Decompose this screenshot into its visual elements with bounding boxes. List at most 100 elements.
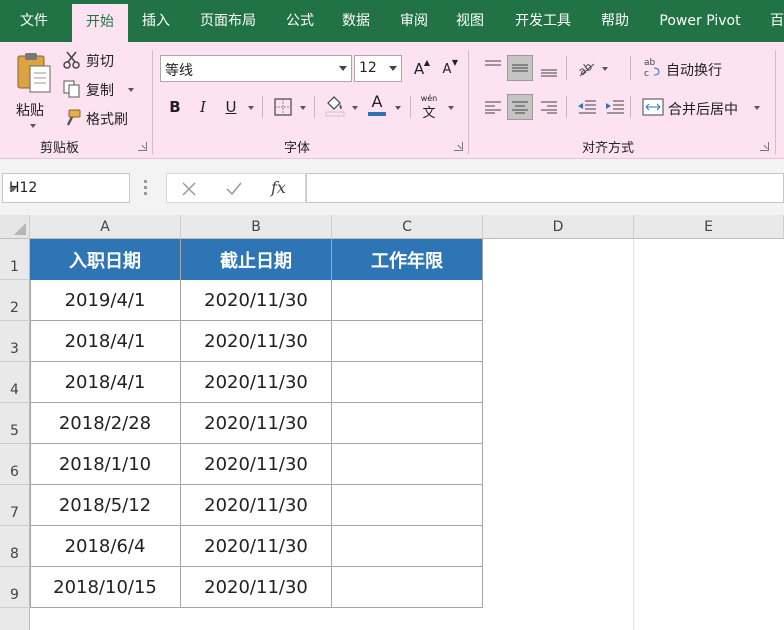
- align-center-button[interactable]: [507, 94, 533, 120]
- formula-input[interactable]: [306, 173, 784, 203]
- orientation-dropdown-icon[interactable]: [602, 67, 608, 71]
- tab-review[interactable]: 审阅: [388, 0, 440, 42]
- insert-function-icon[interactable]: fx: [271, 178, 286, 197]
- table-cell[interactable]: 2020/11/30: [181, 567, 332, 608]
- table-cell[interactable]: 2018/6/4: [30, 526, 181, 567]
- row-header[interactable]: [0, 608, 30, 630]
- table-header-cell[interactable]: 截止日期: [181, 239, 332, 280]
- column-header-b[interactable]: B: [181, 215, 332, 239]
- clipboard-dialog-launcher-icon[interactable]: [138, 142, 147, 151]
- column-header-d[interactable]: D: [483, 215, 634, 239]
- row-header[interactable]: 3: [0, 321, 30, 362]
- table-cell[interactable]: 2018/10/15: [30, 567, 181, 608]
- copy-dropdown-icon[interactable]: [128, 88, 134, 92]
- column-header-c[interactable]: C: [332, 215, 483, 239]
- format-painter-button[interactable]: 格式刷: [62, 106, 142, 130]
- shrink-font-button[interactable]: A ▼: [434, 56, 460, 82]
- row-header[interactable]: 1: [0, 239, 30, 280]
- merge-dropdown-icon[interactable]: [754, 106, 760, 110]
- borders-dropdown-icon[interactable]: [300, 106, 306, 110]
- underline-dropdown-icon[interactable]: [248, 106, 254, 110]
- splitter-dots-icon[interactable]: [144, 180, 147, 196]
- row-header[interactable]: 6: [0, 444, 30, 485]
- tab-developer[interactable]: 开发工具: [502, 0, 584, 42]
- align-bottom-button[interactable]: [536, 58, 562, 84]
- table-cell[interactable]: 2020/11/30: [181, 485, 332, 526]
- tab-file[interactable]: 文件: [6, 0, 62, 42]
- align-top-button[interactable]: [480, 54, 506, 80]
- tab-formulas[interactable]: 公式: [274, 0, 326, 42]
- table-cell[interactable]: [332, 403, 483, 444]
- table-cell[interactable]: [332, 485, 483, 526]
- tab-insert[interactable]: 插入: [130, 0, 182, 42]
- name-box[interactable]: H12: [2, 173, 130, 203]
- decrease-indent-button[interactable]: [574, 94, 600, 120]
- table-cell[interactable]: 2020/11/30: [181, 362, 332, 403]
- font-color-button[interactable]: A: [364, 92, 390, 118]
- table-cell[interactable]: 2020/11/30: [181, 280, 332, 321]
- table-cell[interactable]: 2018/2/28: [30, 403, 181, 444]
- tab-view[interactable]: 视图: [444, 0, 496, 42]
- table-header-cell[interactable]: 工作年限: [332, 239, 483, 280]
- table-cell[interactable]: 2018/5/12: [30, 485, 181, 526]
- column-header-a[interactable]: A: [30, 215, 181, 239]
- paste-button[interactable]: 粘贴: [10, 50, 56, 134]
- font-color-dropdown-icon[interactable]: [395, 106, 401, 110]
- font-name-select[interactable]: 等线: [160, 55, 352, 82]
- row-header[interactable]: 7: [0, 485, 30, 526]
- phonetic-dropdown-icon[interactable]: [448, 106, 454, 110]
- increase-indent-button[interactable]: [602, 94, 628, 120]
- row-header[interactable]: 9: [0, 567, 30, 608]
- select-all-button[interactable]: [0, 215, 30, 239]
- bold-button[interactable]: B: [162, 94, 188, 120]
- wrap-text-button[interactable]: ab c 自动换行: [640, 56, 740, 82]
- grow-font-button[interactable]: A ▲: [406, 56, 432, 82]
- table-cell[interactable]: 2019/4/1: [30, 280, 181, 321]
- table-cell[interactable]: 2018/4/1: [30, 362, 181, 403]
- tab-home[interactable]: 开始: [72, 4, 128, 42]
- row-header[interactable]: 5: [0, 403, 30, 444]
- table-cell[interactable]: [332, 321, 483, 362]
- row-header[interactable]: 4: [0, 362, 30, 403]
- phonetic-button[interactable]: wén 文: [416, 92, 442, 121]
- table-cell[interactable]: [332, 362, 483, 403]
- table-cell[interactable]: 2020/11/30: [181, 444, 332, 485]
- table-cell[interactable]: [332, 526, 483, 567]
- italic-button[interactable]: I: [190, 94, 216, 120]
- font-dialog-launcher-icon[interactable]: [454, 142, 463, 151]
- merge-center-button[interactable]: 合并后居中: [640, 95, 766, 121]
- font-size-select[interactable]: 12: [354, 55, 402, 82]
- table-cell[interactable]: [332, 444, 483, 485]
- table-header-cell[interactable]: 入职日期: [30, 239, 181, 280]
- tab-power-pivot[interactable]: Power Pivot: [648, 0, 752, 42]
- alignment-dialog-launcher-icon[interactable]: [760, 142, 769, 151]
- tab-overflow[interactable]: 百: [762, 0, 784, 42]
- row-header[interactable]: 8: [0, 526, 30, 567]
- orientation-button[interactable]: ab: [574, 55, 600, 81]
- tab-page-layout[interactable]: 页面布局: [188, 0, 268, 42]
- table-cell[interactable]: 2020/11/30: [181, 403, 332, 444]
- table-cell[interactable]: [332, 280, 483, 321]
- table-cell[interactable]: 2020/11/30: [181, 321, 332, 362]
- check-icon[interactable]: [225, 181, 243, 197]
- cancel-icon[interactable]: [181, 181, 197, 197]
- chevron-down-icon[interactable]: [9, 187, 17, 192]
- align-left-button[interactable]: [480, 94, 506, 120]
- copy-button[interactable]: 复制: [62, 77, 142, 101]
- row-header[interactable]: 2: [0, 280, 30, 321]
- table-cell[interactable]: [332, 567, 483, 608]
- tab-data[interactable]: 数据: [330, 0, 382, 42]
- align-right-button[interactable]: [536, 94, 562, 120]
- column-header-e[interactable]: E: [634, 215, 784, 239]
- tab-help[interactable]: 帮助: [590, 0, 640, 42]
- borders-button[interactable]: [270, 94, 296, 120]
- table-cell[interactable]: 2020/11/30: [181, 526, 332, 567]
- cut-button[interactable]: 剪切: [62, 48, 142, 72]
- fill-color-dropdown-icon[interactable]: [352, 106, 358, 110]
- table-cell[interactable]: 2018/1/10: [30, 444, 181, 485]
- table-cell[interactable]: 2018/4/1: [30, 321, 181, 362]
- align-middle-button[interactable]: [507, 55, 533, 81]
- fill-color-button[interactable]: [322, 92, 348, 118]
- underline-button[interactable]: U: [218, 94, 244, 120]
- paste-dropdown-icon[interactable]: [30, 124, 36, 128]
